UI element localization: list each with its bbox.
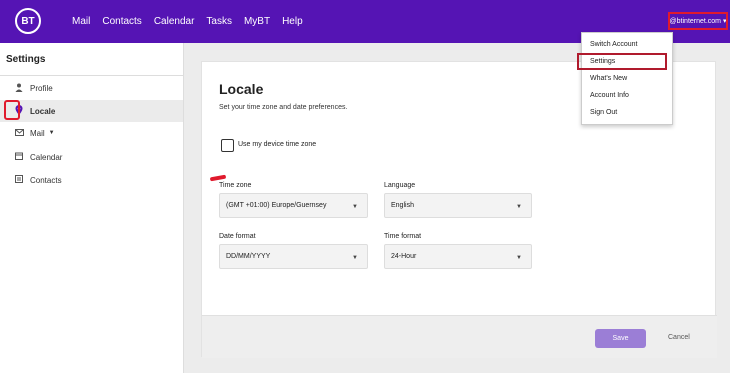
account-dropdown-menu: Switch Account Settings What's New Accou… bbox=[577, 32, 674, 125]
chevron-down-icon: ▼ bbox=[516, 204, 522, 210]
sidebar-item-calendar[interactable]: Calendar bbox=[0, 146, 183, 168]
timezone-select[interactable]: (GMT +01:00) Europe/Guernsey ▼ bbox=[219, 193, 368, 218]
sidebar-item-profile[interactable]: Profile bbox=[0, 77, 183, 99]
chevron-down-icon: ▼ bbox=[352, 255, 358, 261]
nav-help[interactable]: Help bbox=[282, 16, 303, 27]
chevron-down-icon: ▼ bbox=[352, 204, 358, 210]
contacts-icon bbox=[13, 175, 25, 185]
annotation-highlight-box bbox=[4, 100, 20, 120]
save-button[interactable]: Save bbox=[595, 329, 646, 348]
language-value: English bbox=[391, 202, 414, 209]
sidebar-title: Settings bbox=[6, 54, 46, 65]
chevron-down-icon: ▼ bbox=[48, 130, 55, 136]
language-select[interactable]: English ▼ bbox=[384, 193, 532, 218]
sidebar-item-locale[interactable]: Locale bbox=[0, 100, 183, 122]
menu-item-whats-new[interactable]: What's New bbox=[582, 70, 674, 87]
sidebar-item-label: Profile bbox=[30, 83, 53, 93]
annotation-mark bbox=[209, 174, 227, 182]
bt-logo[interactable]: BT bbox=[15, 8, 41, 34]
calendar-icon bbox=[13, 152, 25, 162]
page-title: Locale bbox=[219, 81, 264, 97]
mail-icon bbox=[13, 128, 25, 138]
person-icon bbox=[13, 83, 25, 94]
menu-item-account-info[interactable]: Account Info bbox=[582, 87, 674, 104]
settings-sidebar: Settings Profile Locale Mail ▼ Calendar … bbox=[0, 43, 184, 373]
timezone-value: (GMT +01:00) Europe/Guernsey bbox=[226, 202, 327, 209]
nav-mybt[interactable]: MyBT bbox=[244, 16, 270, 27]
sidebar-item-label: Calendar bbox=[30, 152, 63, 162]
menu-item-sign-out[interactable]: Sign Out bbox=[582, 104, 674, 121]
device-timezone-checkbox[interactable] bbox=[221, 139, 234, 152]
language-label: Language bbox=[384, 182, 416, 189]
page-subtitle: Set your time zone and date preferences. bbox=[219, 104, 348, 111]
sidebar-item-label: Mail bbox=[30, 128, 45, 138]
sidebar-divider bbox=[0, 75, 184, 76]
chevron-down-icon: ▼ bbox=[516, 255, 522, 261]
time-format-label: Time format bbox=[384, 233, 422, 240]
date-format-select[interactable]: DD/MM/YYYY ▼ bbox=[219, 244, 368, 269]
date-format-label: Date format bbox=[219, 233, 256, 240]
time-format-value: 24-Hour bbox=[391, 253, 417, 260]
menu-item-switch-account[interactable]: Switch Account bbox=[582, 36, 674, 53]
nav-tasks[interactable]: Tasks bbox=[206, 16, 232, 27]
cancel-button[interactable]: Cancel bbox=[668, 334, 690, 341]
menu-item-settings[interactable]: Settings bbox=[577, 53, 667, 70]
nav-contacts[interactable]: Contacts bbox=[102, 16, 141, 27]
time-format-select[interactable]: 24-Hour ▼ bbox=[384, 244, 532, 269]
sidebar-item-contacts[interactable]: Contacts bbox=[0, 169, 183, 191]
panel-footer: Save Cancel bbox=[202, 315, 717, 358]
nav-mail[interactable]: Mail bbox=[72, 16, 90, 27]
sidebar-item-label: Contacts bbox=[30, 175, 62, 185]
device-timezone-label[interactable]: Use my device time zone bbox=[238, 141, 316, 148]
timezone-label: Time zone bbox=[219, 182, 252, 189]
sidebar-item-label: Locale bbox=[30, 106, 56, 116]
sidebar-item-mail[interactable]: Mail ▼ bbox=[0, 122, 183, 144]
date-format-value: DD/MM/YYYY bbox=[226, 253, 271, 260]
account-menu-button[interactable]: @btinternet.com ▾ bbox=[668, 12, 728, 30]
main-nav: Mail Contacts Calendar Tasks MyBT Help bbox=[63, 0, 306, 43]
nav-calendar[interactable]: Calendar bbox=[154, 16, 195, 27]
